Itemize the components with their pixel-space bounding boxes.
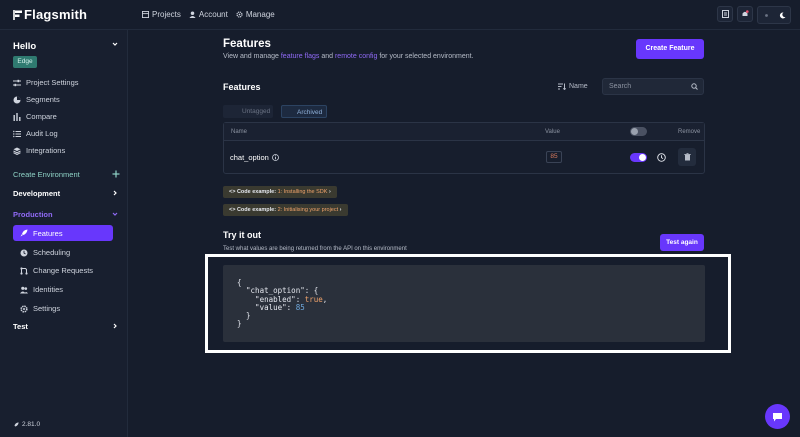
grid-icon (142, 11, 149, 18)
clock-icon[interactable] (657, 153, 666, 162)
sidebar-item-scheduling[interactable]: Scheduling (20, 248, 70, 257)
sidebar-item-audit-log[interactable]: Audit Log (13, 129, 58, 138)
sliders-icon (13, 79, 21, 86)
env-production[interactable]: Production (13, 210, 53, 219)
layers-icon (13, 147, 21, 155)
env-test[interactable]: Test (13, 322, 28, 331)
logo[interactable]: Flagsmith (13, 7, 87, 22)
clock-icon (20, 249, 28, 256)
plus-icon[interactable] (112, 170, 120, 178)
nav-projects[interactable]: Projects (142, 10, 181, 19)
sidebar-item-integrations[interactable]: Integrations (13, 146, 65, 155)
feature-value[interactable]: 85 (546, 151, 562, 163)
nav-manage[interactable]: Manage (236, 10, 275, 19)
gear-icon (20, 304, 28, 313)
remove-button[interactable] (678, 148, 696, 166)
remote-config-link[interactable]: remote config (335, 53, 377, 60)
sidebar-item-change-requests[interactable]: Change Requests (20, 266, 93, 275)
rocket-icon (14, 421, 19, 426)
try-it-out-title: Try it out (223, 230, 261, 240)
chevron-right-icon[interactable] (112, 323, 118, 329)
sidebar-item-features[interactable]: Features (13, 225, 113, 241)
sort-icon (558, 83, 566, 90)
feature-name[interactable]: chat_option (230, 153, 279, 162)
light-mode-button[interactable] (758, 7, 774, 23)
bell-icon (742, 10, 749, 16)
sidebar: Hello Edge Project Settings Segments Com… (0, 30, 128, 437)
features-table: Name Value Remove chat_option 85 (223, 122, 705, 174)
search-input[interactable]: Search (602, 78, 704, 95)
create-environment-link[interactable]: Create Environment (13, 170, 80, 179)
sun-icon (764, 13, 768, 17)
sidebar-item-identities[interactable]: Identities (20, 285, 63, 294)
document-icon (721, 10, 729, 18)
version-label: 2.81.0 (13, 421, 40, 428)
rocket-icon (20, 229, 28, 237)
project-name[interactable]: Hello (13, 41, 36, 52)
chat-button[interactable] (765, 404, 790, 429)
logo-text: Flagsmith (24, 7, 88, 22)
toggle-all-switch[interactable] (630, 127, 647, 136)
page-title: Features (223, 38, 271, 50)
top-bar: Flagsmith Projects Account Manage (0, 0, 800, 30)
notifications-button[interactable] (737, 6, 753, 22)
sidebar-item-project-settings[interactable]: Project Settings (13, 78, 79, 87)
bar-chart-icon (13, 112, 21, 121)
try-it-out-subtitle: Test what values are being returned from… (223, 246, 407, 252)
sidebar-item-segments[interactable]: Segments (13, 95, 60, 104)
code-example-initialise-project[interactable]: <> Code example: 2: Initialising your pr… (223, 204, 348, 216)
features-section-title: Features (223, 82, 261, 92)
sidebar-item-compare[interactable]: Compare (13, 112, 57, 121)
highlight-frame (205, 254, 731, 353)
page-subtitle: View and manage feature flags and remote… (223, 53, 474, 60)
feature-flags-link[interactable]: feature flags (281, 53, 320, 60)
tag-untagged[interactable]: Untagged (223, 105, 273, 118)
chevron-down-icon[interactable] (112, 41, 118, 47)
tag-archived[interactable]: Archived (281, 105, 327, 118)
create-feature-button[interactable]: Create Feature (636, 39, 704, 59)
git-branch-icon (20, 266, 28, 275)
flag-icon (13, 9, 23, 21)
sidebar-item-settings[interactable]: Settings (20, 304, 60, 313)
gear-icon (236, 11, 243, 18)
nav-account[interactable]: Account (189, 10, 228, 19)
test-again-button[interactable]: Test again (660, 234, 704, 251)
chevron-right-icon[interactable] (112, 190, 118, 196)
chat-icon (773, 412, 782, 421)
sort-by-name[interactable]: Name (558, 83, 588, 90)
dark-mode-button[interactable] (774, 7, 790, 23)
info-icon[interactable] (271, 154, 279, 161)
users-icon (20, 286, 28, 293)
search-icon (691, 83, 698, 90)
list-icon (13, 130, 21, 137)
code-example-install-sdk[interactable]: <> Code example: 1: Installing the SDK › (223, 186, 337, 198)
chevron-down-icon[interactable] (112, 211, 118, 217)
docs-button[interactable] (717, 6, 733, 22)
theme-toggle[interactable] (757, 6, 791, 24)
table-header: Name Value Remove (224, 123, 704, 141)
moon-icon (779, 11, 785, 18)
env-development[interactable]: Development (13, 189, 60, 198)
pie-chart-icon (13, 96, 21, 103)
trash-icon (683, 153, 691, 161)
user-icon (189, 11, 196, 18)
env-badge: Edge (13, 56, 37, 68)
feature-toggle[interactable] (630, 153, 647, 162)
